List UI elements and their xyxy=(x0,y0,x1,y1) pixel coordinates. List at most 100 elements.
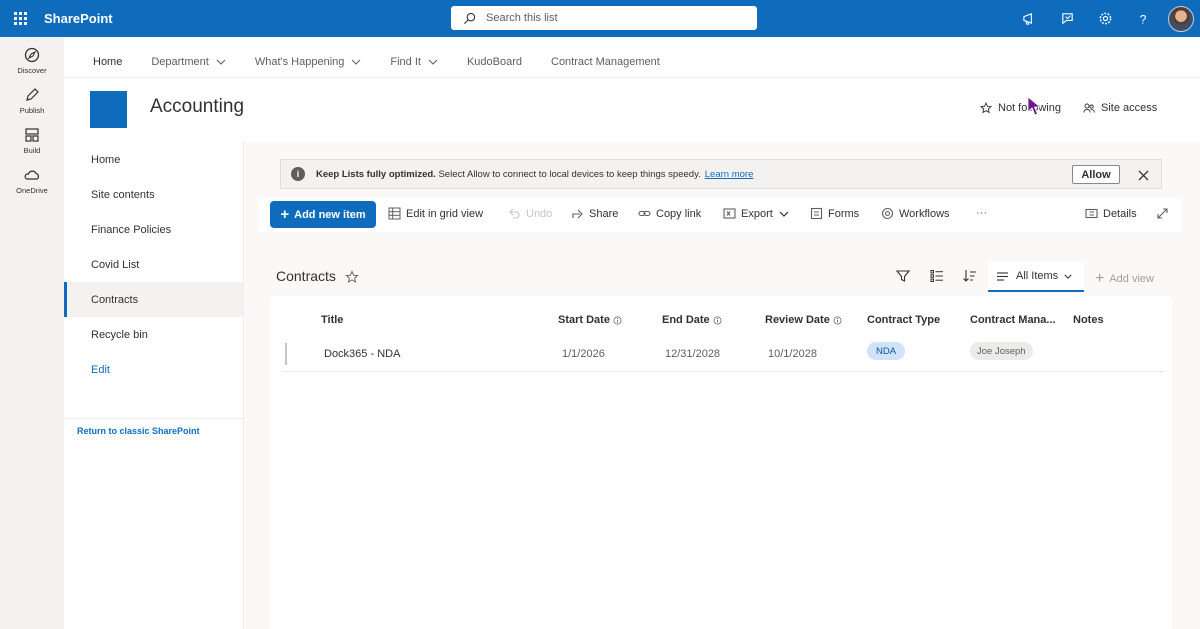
cloud-icon xyxy=(24,170,40,180)
row-selector[interactable] xyxy=(285,343,287,365)
star-icon[interactable] xyxy=(345,270,359,284)
return-to-classic-link[interactable]: Return to classic SharePoint xyxy=(77,426,200,436)
cell-start-date: 1/1/2026 xyxy=(562,348,605,360)
appbar-publish[interactable]: Publish xyxy=(0,80,64,120)
column-header-contract-manager[interactable]: Contract Mana... xyxy=(970,314,1056,326)
site-navigation: Home Site contents Finance Policies Covi… xyxy=(64,142,244,629)
leftnav-recycle-bin[interactable]: Recycle bin xyxy=(64,317,243,352)
cell-contract-manager[interactable]: Joe Joseph xyxy=(970,342,1033,360)
filter-icon[interactable] xyxy=(895,268,911,284)
banner-bold: Keep Lists fully optimized. xyxy=(316,168,436,180)
column-label: Title xyxy=(321,314,344,326)
column-header-notes[interactable]: Notes xyxy=(1073,314,1104,326)
site-access-label: Site access xyxy=(1101,102,1158,114)
chevron-down-icon xyxy=(779,211,789,217)
list-title[interactable]: Contracts xyxy=(276,268,336,284)
edit-grid-button[interactable]: Edit in grid view xyxy=(388,207,483,220)
workflows-button[interactable]: Workflows xyxy=(881,207,950,220)
leftnav-site-contents[interactable]: Site contents xyxy=(64,177,243,212)
follow-button[interactable]: Not following xyxy=(980,102,1061,114)
appbar-label: OneDrive xyxy=(16,185,48,195)
column-header-start-date[interactable]: Start Date xyxy=(558,314,622,326)
forms-label: Forms xyxy=(828,207,860,220)
user-avatar[interactable] xyxy=(1168,5,1194,32)
hubnav-department[interactable]: Department xyxy=(151,56,226,68)
leftnav-home[interactable]: Home xyxy=(64,142,243,177)
info-icon xyxy=(833,316,842,324)
grid-icon xyxy=(388,207,401,220)
hubnav-contract-management[interactable]: Contract Management xyxy=(551,56,660,68)
column-header-contract-type[interactable]: Contract Type xyxy=(867,314,940,326)
appbar-build[interactable]: Build xyxy=(0,120,64,160)
appbar-onedrive[interactable]: OneDrive xyxy=(0,160,64,200)
appbar-discover[interactable]: Discover xyxy=(0,40,64,80)
column-header-end-date[interactable]: End Date xyxy=(662,314,722,326)
sort-icon[interactable] xyxy=(962,268,978,284)
site-access-button[interactable]: Site access xyxy=(1083,102,1157,114)
app-launcher-icon[interactable] xyxy=(0,0,40,37)
add-view-button[interactable]: + Add view xyxy=(1095,270,1154,288)
forms-button[interactable]: Forms xyxy=(810,207,859,220)
hub-navigation: Home Department What's Happening Find It… xyxy=(64,48,660,76)
cell-end-date: 12/31/2028 xyxy=(665,348,721,360)
group-icon[interactable] xyxy=(929,268,945,284)
chevron-down-icon xyxy=(351,59,361,65)
plus-icon: + xyxy=(1095,270,1105,287)
megaphone-icon[interactable] xyxy=(1010,0,1048,37)
suite-bar: SharePoint ? xyxy=(0,0,1200,37)
export-label: Export xyxy=(741,207,773,220)
site-title[interactable]: Accounting xyxy=(150,96,244,118)
info-panel-icon xyxy=(1085,208,1098,219)
share-label: Share xyxy=(589,207,619,220)
site-logo[interactable] xyxy=(90,91,127,128)
hubnav-home[interactable]: Home xyxy=(93,56,122,68)
leftnav-contracts[interactable]: Contracts xyxy=(64,282,243,317)
allow-button[interactable]: Allow xyxy=(1072,165,1120,184)
close-icon[interactable] xyxy=(1133,165,1153,185)
hubnav-label: Home xyxy=(93,56,123,68)
copy-link-button[interactable]: Copy link xyxy=(638,207,701,220)
brand-name[interactable]: SharePoint xyxy=(44,11,113,26)
view-selector[interactable]: All Items xyxy=(988,262,1084,292)
expand-icon[interactable] xyxy=(1156,207,1174,220)
export-button[interactable]: Export xyxy=(723,207,789,220)
edit-grid-label: Edit in grid view xyxy=(406,207,484,220)
divider xyxy=(64,418,244,419)
compass-icon xyxy=(24,47,40,62)
add-new-item-button[interactable]: + Add new item xyxy=(270,201,376,228)
learn-more-link[interactable]: Learn more xyxy=(705,169,754,180)
hubnav-label: KudoBoard xyxy=(466,56,522,68)
column-header-title[interactable]: Title xyxy=(321,314,343,326)
search-box[interactable] xyxy=(451,6,757,30)
help-icon[interactable]: ? xyxy=(1124,0,1162,37)
more-options-icon[interactable]: ··· xyxy=(976,207,987,219)
hubnav-find-it[interactable]: Find It xyxy=(390,56,438,68)
details-label: Details xyxy=(1103,207,1137,220)
hubnav-whats-happening[interactable]: What's Happening xyxy=(255,56,362,68)
pen-icon xyxy=(26,87,39,101)
copy-link-label: Copy link xyxy=(656,207,702,220)
hubnav-label: Find It xyxy=(390,56,421,68)
hubnav-kudoboard[interactable]: KudoBoard xyxy=(467,56,522,68)
undo-button[interactable]: Undo xyxy=(508,207,552,220)
appbar-label: Publish xyxy=(19,105,45,115)
chevron-down-icon xyxy=(216,59,226,65)
excel-icon xyxy=(723,208,736,219)
svg-text:?: ? xyxy=(1140,12,1147,26)
appbar-label: Build xyxy=(23,145,41,155)
cell-title[interactable]: Dock365 - NDA xyxy=(324,348,400,360)
leftnav-covid-list[interactable]: Covid List xyxy=(64,247,243,282)
search-input[interactable] xyxy=(486,12,726,24)
share-icon xyxy=(572,209,583,219)
details-button[interactable]: Details xyxy=(1085,207,1137,220)
share-button[interactable]: Share xyxy=(571,207,618,220)
hubnav-label: Contract Management xyxy=(551,56,660,68)
column-label: Contract Mana... xyxy=(970,314,1056,326)
people-icon xyxy=(1083,103,1095,113)
feedback-icon[interactable] xyxy=(1048,0,1086,37)
gear-icon[interactable] xyxy=(1086,0,1124,37)
add-new-item-label: Add new item xyxy=(294,208,366,221)
column-header-review-date[interactable]: Review Date xyxy=(765,314,842,326)
leftnav-finance-policies[interactable]: Finance Policies xyxy=(64,212,243,247)
leftnav-edit[interactable]: Edit xyxy=(64,352,243,387)
